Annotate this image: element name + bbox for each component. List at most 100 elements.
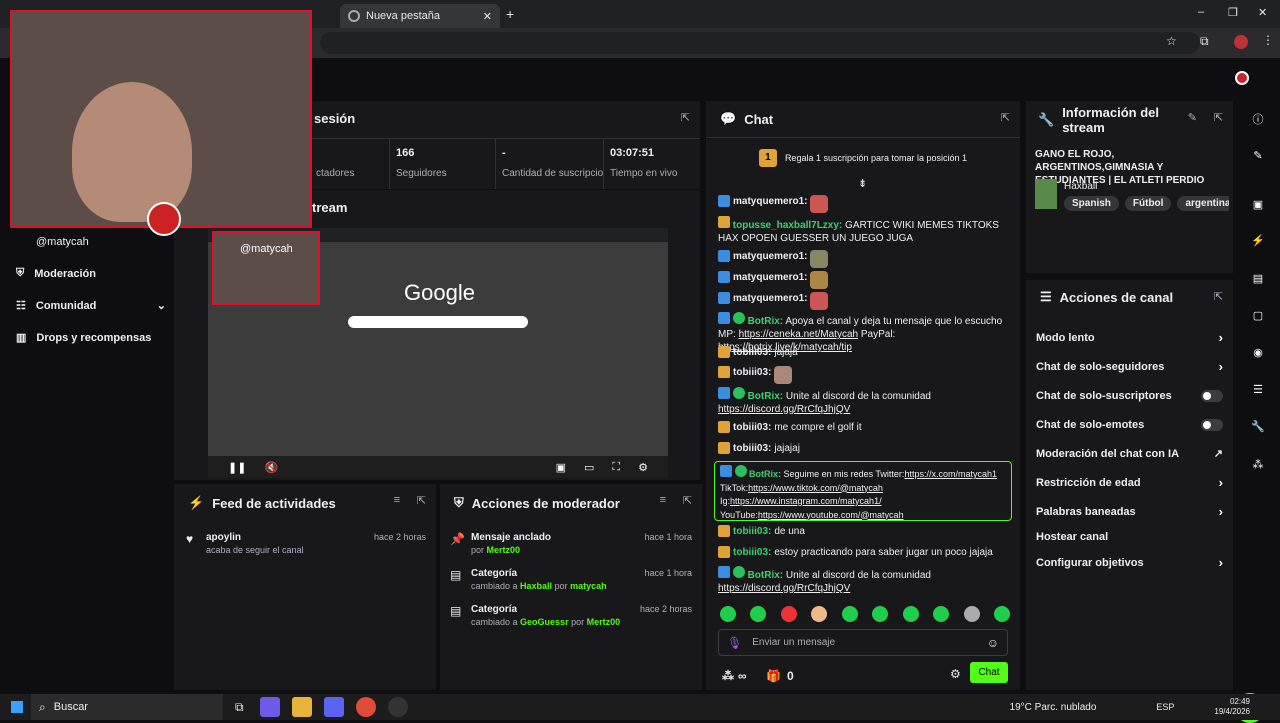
tag[interactable]: argentina [1177, 196, 1229, 211]
emoji-icon[interactable]: ☺ [987, 636, 999, 650]
file-explorer-icon[interactable] [291, 697, 312, 717]
filter-icon[interactable]: ≡ [394, 494, 400, 506]
action-goals[interactable]: Configurar objetivos › [1026, 548, 1233, 577]
chat-username[interactable]: BotRix: [748, 316, 784, 327]
chat-username[interactable]: matyquemero1: [733, 250, 807, 263]
taskbar-clock[interactable]: 02:49 19/4/2026 [1214, 697, 1250, 717]
emote-icon[interactable] [963, 606, 980, 622]
tab-new[interactable]: Nueva pestaña ✕ [340, 4, 500, 28]
action-age-restriction[interactable]: Restricción de edad › [1026, 468, 1233, 497]
emote-quickbar[interactable] [720, 606, 1010, 622]
filter-icon[interactable]: ≡ [660, 494, 666, 506]
chat-link[interactable]: https://www.youtube.com/@matycah [758, 510, 904, 520]
chat-username[interactable]: matyquemero1: [733, 292, 807, 305]
chat-link[interactable]: https://www.instagram.com/matycah1/ [730, 496, 882, 506]
taskbar-search[interactable]: ⌕ Buscar [31, 694, 223, 720]
popout-icon[interactable]: ⇱ [1001, 111, 1010, 124]
sidebar-item-comunidad[interactable]: ☷ Comunidad ⌄ [16, 299, 166, 313]
chat-points[interactable]: ⁂ ∞ [722, 669, 747, 683]
extensions-icon[interactable]: ⧉ [1200, 34, 1209, 49]
chat-username[interactable]: tobiii03: [733, 442, 771, 455]
action-slow-mode[interactable]: Modo lento › [1026, 323, 1233, 352]
mod-action-target[interactable]: GeoGuessr [520, 617, 569, 627]
toggle-switch[interactable] [1201, 389, 1223, 402]
emote-icon[interactable] [993, 606, 1010, 622]
language-indicator[interactable]: ESP [1156, 702, 1174, 712]
lightning-icon[interactable]: ⚡ [1247, 229, 1269, 251]
profile-avatar[interactable] [1234, 35, 1248, 49]
chat-username[interactable]: tobiii03: [733, 346, 771, 359]
community-icon[interactable]: ⁂ [1247, 453, 1269, 475]
microphone-icon[interactable]: 🎙 [727, 636, 742, 650]
chat-link[interactable]: https://ceneka.net/Matycah [739, 329, 859, 340]
theater-icon[interactable]: ▭ [584, 461, 594, 474]
wrench-icon[interactable]: 🔧 [1247, 415, 1269, 437]
emote-icon[interactable] [780, 606, 797, 622]
tag[interactable]: Fútbol [1124, 196, 1172, 211]
pencil-icon[interactable]: ✎ [1247, 144, 1269, 166]
send-chat-button[interactable]: Chat [970, 662, 1008, 683]
popout-icon[interactable]: ⇱ [1214, 290, 1223, 303]
chat-username[interactable]: topusse_haxball7Lzxy: [733, 220, 842, 231]
popout-icon[interactable]: ⇱ [417, 494, 426, 507]
popout-icon[interactable]: ⇱ [681, 111, 690, 124]
chat-link[interactable]: https://www.tiktok.com/@matycah [748, 483, 883, 493]
edit-pencil-icon[interactable]: ✎ [1188, 111, 1197, 124]
address-bar[interactable] [320, 32, 1200, 54]
task-view-icon[interactable]: ⧉ [235, 700, 244, 715]
user-avatar[interactable] [1235, 71, 1249, 85]
chat-icon[interactable]: ▢ [1247, 304, 1269, 326]
clipboard-icon[interactable]: ▤ [1247, 267, 1269, 289]
action-host-channel[interactable]: Hostear canal [1026, 526, 1233, 548]
sidebar-item-drops[interactable]: ▥ Drops y recompensas [16, 331, 176, 345]
chat-username[interactable]: tobiii03: [733, 366, 771, 379]
pip-icon[interactable]: ▣ [556, 461, 566, 474]
chat-username[interactable]: matyquemero1: [733, 195, 807, 208]
info-icon[interactable]: ⓘ [1247, 108, 1269, 130]
chat-link[interactable]: https://discord.gg/RrCfqJhjQV [718, 404, 850, 415]
chat-username[interactable]: BotRix: [748, 391, 784, 402]
browser-menu-icon[interactable]: ⋮ [1262, 33, 1274, 47]
chat-username[interactable]: tobiii03: [733, 546, 771, 559]
chat-input[interactable]: 🎙 Enviar un mensaje ☺ [718, 629, 1008, 656]
windows-start-icon[interactable] [11, 701, 23, 713]
obs-icon[interactable] [387, 697, 408, 717]
window-close-button[interactable]: ✕ [1258, 6, 1267, 19]
fullscreen-icon[interactable]: ⛶ [612, 461, 620, 474]
emote-icon[interactable] [811, 606, 828, 622]
mod-action-target[interactable]: Mertz00 [487, 545, 521, 555]
list-icon[interactable]: ☰ [1247, 378, 1269, 400]
popout-icon[interactable]: ⇱ [1214, 111, 1223, 124]
discord-icon[interactable] [323, 697, 344, 717]
chat-username[interactable]: BotRix: [748, 570, 784, 581]
chat-username[interactable]: BotRix: [749, 469, 781, 479]
emote-icon[interactable] [933, 606, 950, 622]
pause-icon[interactable]: ❚❚ [228, 461, 246, 474]
chat-settings-gear-icon[interactable]: ⚙ [950, 667, 961, 681]
sidebar-item-moderacion[interactable]: ⛨ Moderación [16, 267, 166, 280]
broadcast-icon[interactable]: ◉ [1247, 341, 1269, 363]
collapse-arrow-icon[interactable]: ⇟ [858, 177, 867, 190]
toggle-switch[interactable] [1201, 418, 1223, 431]
bookmark-star-icon[interactable]: ☆ [1166, 34, 1177, 48]
mod-action-target[interactable]: Haxball [520, 581, 552, 591]
gift-count[interactable]: 🎁 0 [766, 669, 794, 683]
mute-icon[interactable]: 🔇 [264, 461, 278, 474]
new-tab-button[interactable]: + [506, 6, 514, 22]
action-banned-words[interactable]: Palabras baneadas › [1026, 497, 1233, 526]
chat-username[interactable]: tobiii03: [733, 525, 771, 538]
window-maximize-button[interactable]: ❐ [1228, 6, 1238, 19]
action-subs-only[interactable]: Chat de solo-suscriptores [1026, 381, 1233, 410]
emote-icon[interactable] [902, 606, 919, 622]
action-emotes-only[interactable]: Chat de solo-emotes [1026, 410, 1233, 439]
chat-link[interactable]: https://x.com/matycah1 [904, 469, 997, 479]
mod-action-by[interactable]: Mertz00 [587, 617, 621, 627]
emote-icon[interactable] [720, 606, 736, 622]
chat-link[interactable]: https://discord.gg/RrCfqJhjQV [718, 583, 850, 594]
chat-username[interactable]: tobiii03: [733, 421, 771, 434]
weather-text[interactable]: 19°C Parc. nublado [1010, 702, 1097, 713]
emote-icon[interactable] [750, 606, 767, 622]
gift-leaderboard[interactable]: 1 Regala 1 suscripción para tomar la pos… [706, 137, 1020, 177]
action-followers-only[interactable]: Chat de solo-seguidores › [1026, 352, 1233, 381]
emote-icon[interactable] [872, 606, 889, 622]
